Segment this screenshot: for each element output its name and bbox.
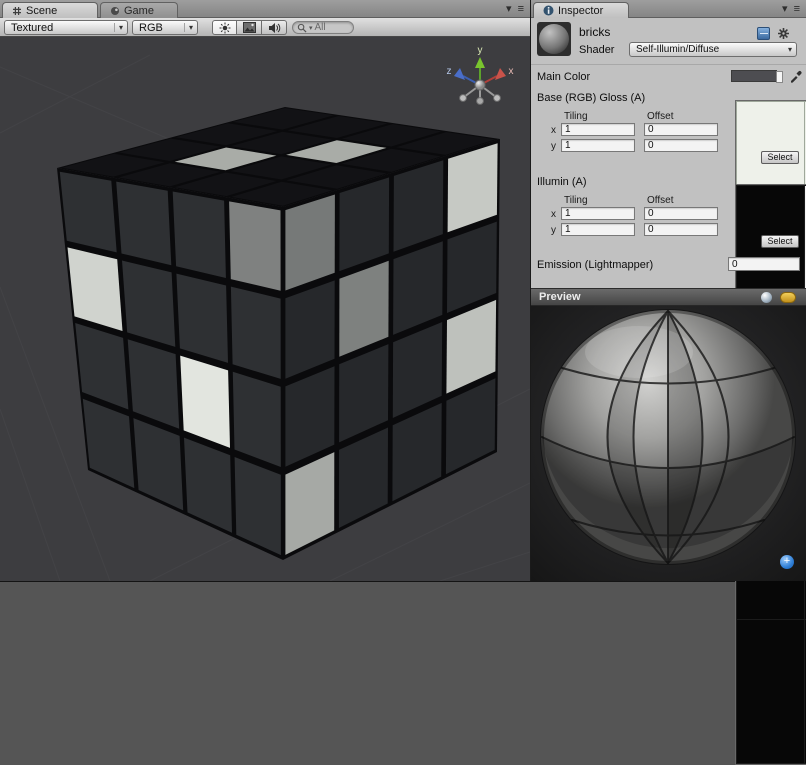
base-y-row-label: y — [551, 141, 556, 152]
gizmo-x-label: x — [509, 66, 514, 77]
pane-menu-icon[interactable]: ≡ — [794, 3, 800, 15]
search-filter-chevron-icon[interactable]: ▾ — [309, 24, 313, 32]
main-color-swatch[interactable] — [731, 70, 777, 82]
textured-cube — [57, 107, 500, 560]
help-book-icon[interactable] — [757, 27, 770, 40]
base-texture-select-button[interactable]: Select — [761, 151, 799, 164]
chevron-down-icon: ▾ — [784, 45, 794, 54]
color-mode-dropdown[interactable]: RGB ▾ — [132, 20, 198, 35]
game-icon — [110, 6, 120, 16]
unity-editor-window: Scene Game ▾ ≡ Textured ▾ RGB ▾ — [0, 0, 806, 581]
illumin-offset-x-input[interactable] — [644, 207, 718, 220]
eyedropper-icon[interactable] — [789, 68, 803, 83]
tiling-header: Tiling — [564, 195, 588, 206]
draw-mode-dropdown[interactable]: Textured ▾ — [4, 20, 128, 35]
search-scope-label: All — [315, 22, 326, 33]
scene-pane-controls: ▾ ≡ — [506, 3, 524, 15]
illumin-x-row-label: x — [551, 209, 556, 220]
base-section-label: Base (RGB) Gloss (A) — [537, 92, 645, 104]
illumin-offset-y-input[interactable] — [644, 223, 718, 236]
gizmo-center-handle[interactable] — [475, 80, 485, 90]
gizmo-y-label: y — [478, 45, 483, 56]
gizmo-z-label: z — [447, 66, 452, 77]
image-icon — [243, 22, 256, 33]
gizmo-z-axis-handle[interactable] — [454, 68, 465, 80]
tab-scene[interactable]: Scene — [2, 2, 98, 18]
gizmo-x-axis-handle[interactable] — [495, 68, 506, 80]
inspector-pane: Inspector ▾ ≡ bricks Shader Self-Illumin… — [530, 0, 806, 581]
scene-grid-icon — [12, 6, 22, 16]
skybox-toggle-button[interactable] — [237, 20, 262, 35]
gizmo-negative-axis-handle[interactable] — [494, 95, 501, 102]
color-alpha-chip — [776, 71, 783, 83]
scene-pane: Scene Game ▾ ≡ Textured ▾ RGB ▾ — [0, 0, 530, 581]
chevron-down-icon: ▾ — [184, 23, 195, 32]
draw-mode-label: Textured — [11, 22, 109, 34]
preview-add-button[interactable]: + — [780, 555, 794, 569]
illumin-y-row-label: y — [551, 225, 556, 236]
search-icon — [297, 23, 307, 33]
emission-input[interactable] — [728, 257, 800, 271]
gizmo-y-axis-handle[interactable] — [475, 57, 485, 68]
offset-header: Offset — [647, 111, 674, 122]
offset-header: Offset — [647, 195, 674, 206]
sun-icon — [219, 22, 231, 34]
pane-dropdown-icon[interactable]: ▾ — [506, 3, 512, 15]
shader-value: Self-Illumin/Diffuse — [636, 44, 784, 55]
material-sphere-icon — [539, 24, 569, 54]
base-offset-y-input[interactable] — [644, 139, 718, 152]
preview-sphere-icon[interactable] — [761, 292, 772, 303]
scene-search-field[interactable]: ▾ All — [292, 21, 354, 34]
scene-toolbar: Textured ▾ RGB ▾ — [0, 18, 530, 37]
material-name: bricks — [579, 25, 610, 39]
pane-menu-icon[interactable]: ≡ — [518, 3, 524, 15]
tab-game-label: Game — [124, 5, 154, 17]
illumin-tiling-y-input[interactable] — [561, 223, 635, 236]
inspector-pane-controls: ▾ ≡ — [782, 3, 800, 15]
illumin-tiling-x-input[interactable] — [561, 207, 635, 220]
lighting-toggle-button[interactable] — [212, 20, 237, 35]
base-tiling-y-input[interactable] — [561, 139, 635, 152]
scene-orientation-gizmo[interactable]: y x z — [447, 45, 514, 104]
preview-sphere-render — [531, 306, 806, 581]
speaker-icon — [268, 22, 281, 34]
gizmo-negative-axis-handle[interactable] — [460, 95, 467, 102]
base-x-row-label: x — [551, 125, 556, 136]
tab-game[interactable]: Game — [100, 2, 178, 18]
shader-label: Shader — [579, 44, 614, 56]
base-tiling-x-input[interactable] — [561, 123, 635, 136]
color-mode-label: RGB — [139, 22, 179, 34]
scene-viewport[interactable]: y x z — [0, 37, 530, 581]
inspector-tabstrip: Inspector ▾ ≡ — [531, 0, 806, 18]
illumin-section-label: Illumin (A) — [537, 176, 587, 188]
scene-3d-render: y x z — [0, 37, 530, 581]
audio-toggle-button[interactable] — [262, 20, 287, 35]
gear-icon[interactable] — [777, 27, 790, 40]
tiling-header: Tiling — [564, 111, 588, 122]
info-icon — [543, 5, 554, 16]
pane-dropdown-icon[interactable]: ▾ — [782, 3, 788, 15]
tab-inspector-label: Inspector — [558, 5, 603, 17]
emission-label: Emission (Lightmapper) — [537, 259, 653, 271]
material-preview-thumbnail — [537, 22, 571, 56]
divider — [531, 64, 806, 65]
material-preview-area[interactable]: + — [531, 306, 806, 581]
preview-header[interactable]: Preview — [531, 288, 806, 306]
main-color-label: Main Color — [537, 71, 590, 83]
gizmo-negative-axis-handle[interactable] — [477, 98, 484, 105]
preview-title: Preview — [539, 291, 581, 303]
preview-lighting-icon[interactable] — [780, 292, 796, 303]
scene-tabstrip: Scene Game ▾ ≡ — [0, 0, 530, 18]
chevron-down-icon: ▾ — [114, 23, 125, 32]
tab-inspector[interactable]: Inspector — [533, 2, 629, 18]
tab-scene-label: Scene — [26, 5, 57, 17]
base-offset-x-input[interactable] — [644, 123, 718, 136]
shader-dropdown[interactable]: Self-Illumin/Diffuse ▾ — [629, 42, 797, 57]
illumin-texture-select-button[interactable]: Select — [761, 235, 799, 248]
